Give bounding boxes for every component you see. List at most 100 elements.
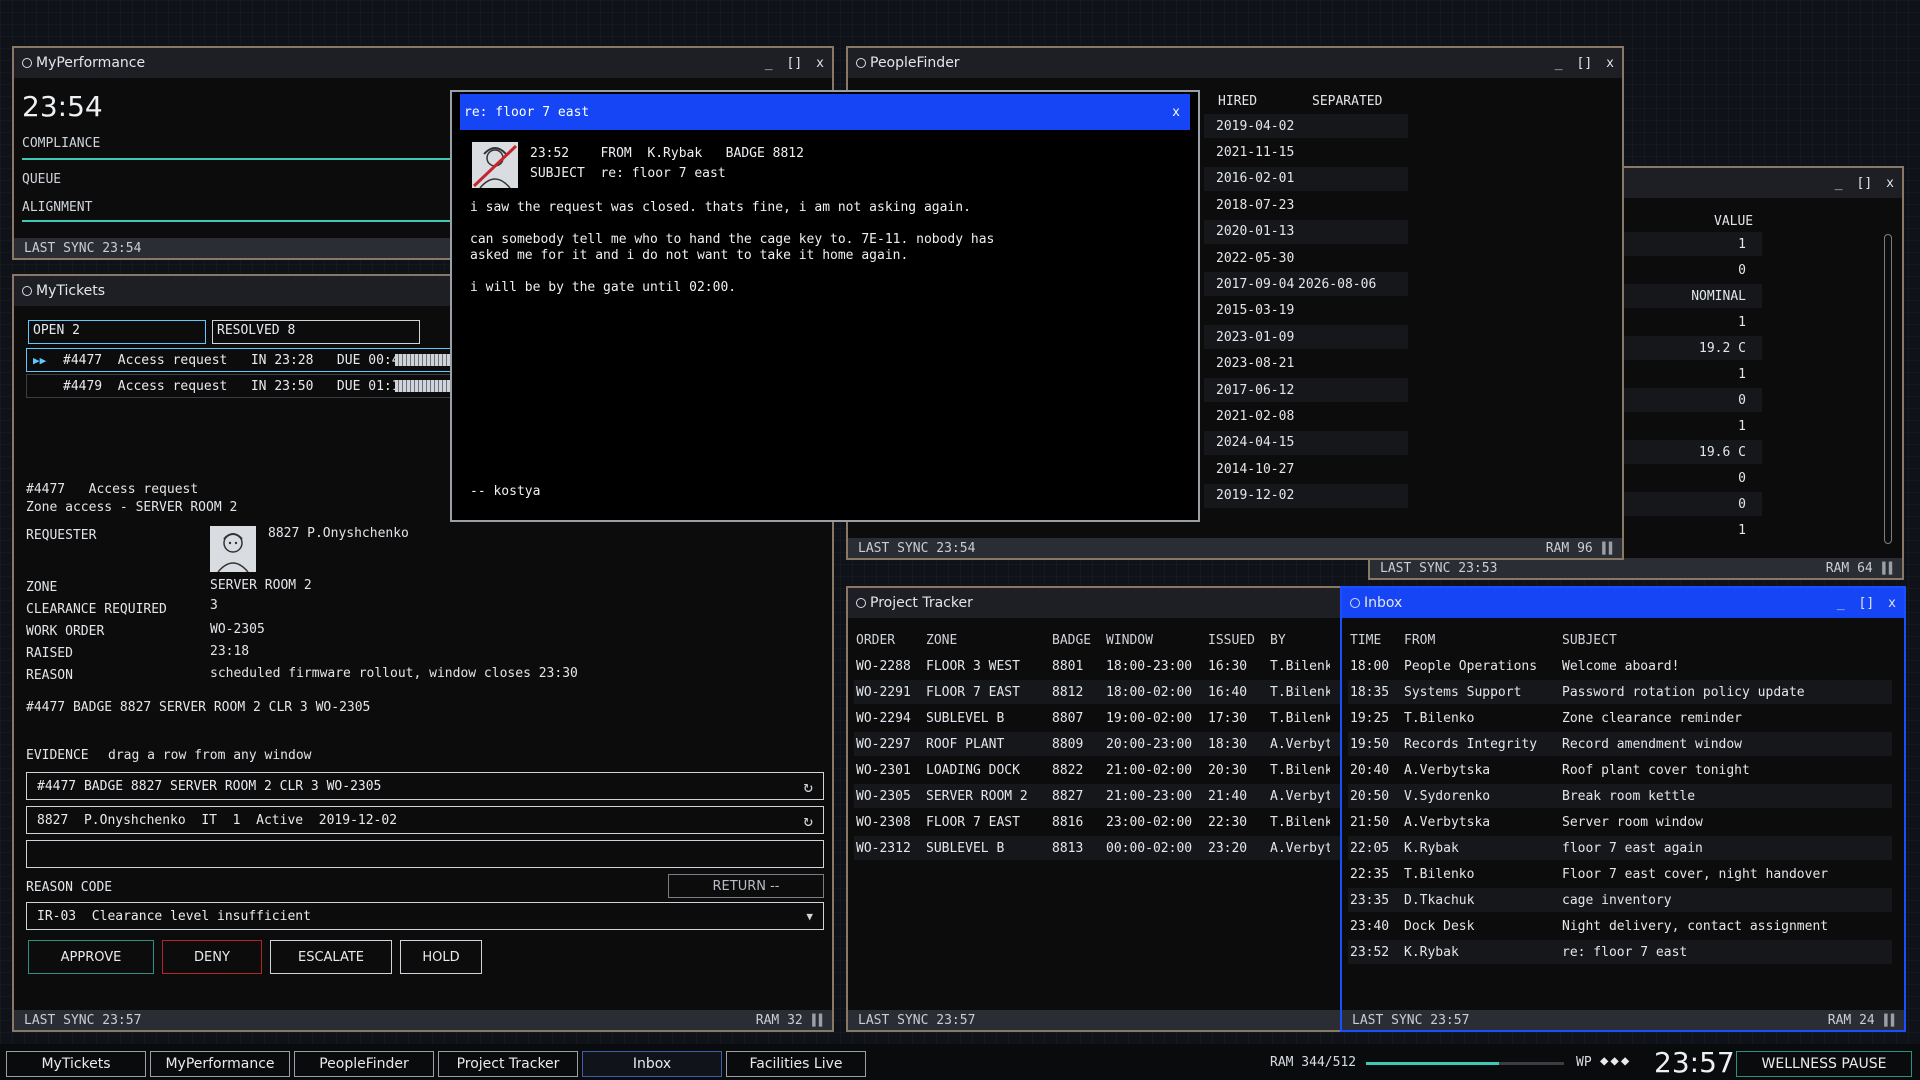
close-button[interactable]: x xyxy=(1888,596,1896,611)
project-tracker-titlebar[interactable]: Project Tracker xyxy=(848,588,1342,618)
maximize-button[interactable]: [] xyxy=(1577,56,1593,71)
taskbar-item-inbox[interactable]: Inbox xyxy=(582,1051,722,1077)
inbox-cell: 23:52 xyxy=(1350,944,1390,960)
list-item[interactable]: 20:40 A.Verbytska Roof plant cover tonight xyxy=(1348,758,1892,782)
table-row[interactable]: WO-2291 FLOOR 7 EAST 8812 18:00-02:00 16:40 T… xyxy=(854,680,1342,704)
close-button[interactable]: x xyxy=(1886,176,1894,191)
hold-button[interactable]: HOLD xyxy=(400,940,482,974)
close-button[interactable]: x xyxy=(1606,56,1614,71)
inbox-cell: V.Sydorenko xyxy=(1404,788,1491,804)
table-row[interactable]: 2017-06-12 xyxy=(1204,378,1408,402)
refresh-icon[interactable]: ↻ xyxy=(803,811,813,830)
table-cell: 8827 xyxy=(1052,788,1084,804)
table-cell: 8813 xyxy=(1052,840,1084,856)
table-row[interactable]: 2019-04-02 xyxy=(1204,114,1408,138)
table-cell: A.Verbyt xyxy=(1270,736,1330,752)
tab-open[interactable]: OPEN 2 xyxy=(28,320,206,344)
evidence-slot-1[interactable]: #4477 BADGE 8827 SERVER ROOM 2 CLR 3 WO-… xyxy=(26,772,824,800)
minimize-button[interactable]: _ xyxy=(1555,56,1563,71)
taskbar-clock: 23:57 xyxy=(1654,1046,1735,1079)
email-titlebar[interactable]: re: floor 7 east x xyxy=(460,94,1190,130)
list-item[interactable]: 18:00 People Operations Welcome aboard! xyxy=(1348,654,1892,678)
list-item[interactable]: 22:05 K.Rybak floor 7 east again xyxy=(1348,836,1892,860)
list-item[interactable]: 19:50 Records Integrity Record amendment w… xyxy=(1348,732,1892,756)
ram-usage: RAM 64 xyxy=(1825,560,1873,576)
table-row[interactable]: WO-2301 LOADING DOCK 8822 21:00-02:00 20:30 T… xyxy=(854,758,1342,782)
return-button[interactable]: RETURN -- xyxy=(668,874,824,898)
detail-title: #4477 Access request xyxy=(26,482,199,497)
maximize-button[interactable]: [] xyxy=(1859,596,1875,611)
resize-grip-icon[interactable]: ▐▐ xyxy=(1599,542,1612,555)
ram-meter xyxy=(1366,1062,1564,1065)
table-row[interactable]: 2019-12-02 xyxy=(1204,483,1408,508)
hired-cell: 2014-10-27 xyxy=(1216,461,1295,477)
list-item[interactable]: 19:25 T.Bilenko Zone clearance reminder xyxy=(1348,706,1892,730)
list-item[interactable]: 23:52 K.Rybak re: floor 7 east xyxy=(1348,940,1892,964)
evidence-slot-2[interactable]: 8827 P.Onyshchenko IT 1 Active 2019-12-0… xyxy=(26,806,824,834)
minimize-button[interactable]: _ xyxy=(1837,596,1845,611)
evidence-hint: drag a row from any window xyxy=(108,748,312,763)
table-row[interactable]: 2017-09-04 2026-08-06 xyxy=(1204,272,1408,297)
reason-code-label: REASON CODE xyxy=(26,880,113,895)
table-row[interactable]: 2024-04-15 xyxy=(1204,430,1408,455)
clearance-label: CLEARANCE REQUIRED xyxy=(26,602,167,617)
table-row[interactable]: 2023-01-09 xyxy=(1204,325,1408,350)
hired-column-header: HIRED xyxy=(1218,94,1258,109)
queue-label: QUEUE xyxy=(22,172,62,187)
maximize-button[interactable]: [] xyxy=(787,56,803,71)
scrollbar[interactable] xyxy=(1884,234,1892,544)
table-row[interactable]: 2014-10-27 xyxy=(1204,457,1408,481)
taskbar-item-peoplefinder[interactable]: PeopleFinder xyxy=(294,1051,434,1077)
close-button[interactable]: x xyxy=(816,56,824,71)
resize-grip-icon[interactable]: ▐▐ xyxy=(1879,562,1892,575)
close-button[interactable]: x xyxy=(1172,105,1180,120)
table-row[interactable]: WO-2288 FLOOR 3 WEST 8801 18:00-23:00 16:30 T… xyxy=(854,654,1342,678)
table-row[interactable]: 2015-03-19 xyxy=(1204,299,1408,323)
maximize-button[interactable]: [] xyxy=(1857,176,1873,191)
table-row[interactable]: WO-2297 ROOF PLANT 8809 20:00-23:00 18:30 A.V… xyxy=(854,732,1342,756)
table-row[interactable]: 2020-01-13 xyxy=(1204,219,1408,244)
list-item[interactable]: 23:35 D.Tkachuk cage inventory xyxy=(1348,888,1892,912)
list-item[interactable]: 18:35 Systems Support Password rotation po… xyxy=(1348,680,1892,704)
separated-cell: 2026-08-06 xyxy=(1298,276,1377,292)
taskbar-item-project-tracker[interactable]: Project Tracker xyxy=(438,1051,578,1077)
refresh-icon[interactable]: ↻ xyxy=(803,777,813,796)
ticket-row-text: #4477 Access request IN 23:28 DUE 00:40 xyxy=(63,352,408,368)
table-cell: WO-2297 xyxy=(856,736,911,752)
taskbar-item-mytickets[interactable]: MyTickets xyxy=(6,1051,146,1077)
table-row[interactable]: WO-2308 FLOOR 7 EAST 8816 23:00-02:00 22:30 T… xyxy=(854,810,1342,834)
escalate-button[interactable]: ESCALATE xyxy=(270,940,392,974)
table-row[interactable]: 2016-02-01 xyxy=(1204,166,1408,191)
tab-resolved[interactable]: RESOLVED 8 xyxy=(212,320,420,344)
table-row[interactable]: WO-2305 SERVER ROOM 2 8827 21:00-23:00 21:40… xyxy=(854,784,1342,808)
table-row[interactable]: WO-2312 SUBLEVEL B 8813 00:00-02:00 23:20 A.V… xyxy=(854,836,1342,860)
table-row[interactable]: 2021-11-15 xyxy=(1204,140,1408,164)
peoplefinder-titlebar[interactable]: PeopleFinder _ [] x xyxy=(848,48,1622,78)
wellness-pause-button[interactable]: WELLNESS PAUSE xyxy=(1736,1051,1912,1077)
approve-button[interactable]: APPROVE xyxy=(28,940,154,974)
table-row[interactable]: WO-2294 SUBLEVEL B 8807 19:00-02:00 17:30 T.B… xyxy=(854,706,1342,730)
list-item[interactable]: 21:50 A.Verbytska Server room window xyxy=(1348,810,1892,834)
column-header: BY xyxy=(1270,632,1286,648)
resize-grip-icon[interactable]: ▐▐ xyxy=(1881,1014,1894,1027)
list-item[interactable]: 22:35 T.Bilenko Floor 7 east cover, night … xyxy=(1348,862,1892,886)
reason-code-select[interactable]: IR-03 Clearance level insufficient ▼ xyxy=(26,902,824,930)
taskbar-item-myperformance[interactable]: MyPerformance xyxy=(150,1051,290,1077)
myperformance-titlebar[interactable]: MyPerformance _ [] x xyxy=(14,48,832,78)
table-row[interactable]: 2023-08-21 xyxy=(1204,352,1408,376)
list-item[interactable]: 23:40 Dock Desk Night delivery, contact as… xyxy=(1348,914,1892,938)
minimize-button[interactable]: _ xyxy=(1835,176,1843,191)
resize-grip-icon[interactable]: ▐▐ xyxy=(809,1014,822,1027)
inbox-titlebar[interactable]: Inbox _ [] x xyxy=(1342,588,1904,618)
ticket-summary[interactable]: #4477 BADGE 8827 SERVER ROOM 2 CLR 3 WO-… xyxy=(26,700,370,715)
email-subject-line: SUBJECT re: floor 7 east xyxy=(530,166,726,181)
deny-button[interactable]: DENY xyxy=(162,940,262,974)
inbox-cell: 22:05 xyxy=(1350,840,1390,856)
minimize-button[interactable]: _ xyxy=(765,56,773,71)
table-row[interactable]: 2018-07-23 xyxy=(1204,193,1408,217)
list-item[interactable]: 20:50 V.Sydorenko Break room kettle xyxy=(1348,784,1892,808)
taskbar-item-facilities-live[interactable]: Facilities Live xyxy=(726,1051,866,1077)
table-row[interactable]: 2022-05-30 xyxy=(1204,246,1408,270)
evidence-slot-3[interactable] xyxy=(26,840,824,868)
table-row[interactable]: 2021-02-08 xyxy=(1204,404,1408,428)
